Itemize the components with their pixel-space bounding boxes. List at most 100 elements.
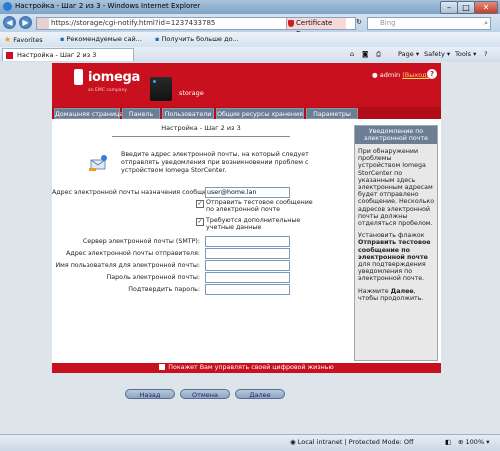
password-field[interactable] [205, 272, 290, 283]
zoom-control[interactable]: ⊕ 100% ▾ [458, 438, 489, 446]
iomega-logo-icon [74, 69, 83, 85]
admin-status: ● admin (Выход) [372, 71, 429, 79]
window-title: Настройка - Шаг 2 из 3 - Windows Interne… [15, 2, 201, 10]
maximize-button[interactable]: □ [457, 1, 475, 14]
help-pane-title: Уведомление по электронной почте [355, 126, 437, 144]
forward-arrow-icon[interactable]: ▶ [19, 16, 32, 29]
url-text: https://storage/cgi-notify.html?id=12374… [51, 19, 216, 27]
smtp-label: Сервер электронной почты (SMTP): [82, 238, 200, 245]
favorites-item-1[interactable]: ▪ Рекомендуемые сай... [60, 35, 142, 43]
storage-device-icon [150, 77, 172, 101]
help-menu-icon[interactable]: ? [484, 50, 487, 58]
footer-logo-icon [159, 364, 166, 370]
credentials-label: Требуются дополнительные учетные данные [206, 217, 301, 231]
smtp-field[interactable] [205, 236, 290, 247]
test-email-label: Отправить тестовое сообщение по электрон… [206, 199, 313, 213]
search-input[interactable]: Bing ⌕ [367, 17, 491, 30]
help-p3-pre: Нажмите [358, 287, 391, 295]
help-paragraph-3: Нажмите Далее, чтобы продолжить. [358, 288, 435, 302]
logout-link[interactable]: (Выход) [402, 71, 429, 79]
address-bar: ◀ ▶ https://storage/cgi-notify.html?id=1… [0, 14, 500, 38]
credentials-checkbox[interactable]: ✓ [196, 218, 204, 226]
step-title: Настройка - Шаг 2 из 3 [161, 124, 241, 132]
safety-menu-label: Safety [424, 50, 445, 58]
back-button[interactable]: Назад [125, 389, 175, 399]
print-icon[interactable]: ⎙ [376, 50, 381, 59]
status-bar: ◉ Local intranet | Protected Mode: Off ◧… [0, 434, 500, 451]
star-icon: ★ [4, 35, 12, 44]
favorites-bar: ★ Favorites ▪ Рекомендуемые сай... ▪ Пол… [0, 32, 500, 48]
favorites-item-2-label: Получить больше до... [161, 35, 239, 43]
home-icon[interactable]: ⌂ [350, 50, 354, 58]
back-arrow-icon[interactable]: ◀ [3, 16, 16, 29]
favorites-item-2[interactable]: ▪ Получить больше до... [155, 35, 239, 43]
next-button[interactable]: Далее [235, 389, 285, 399]
favorites-label: Favorites [13, 36, 43, 44]
url-field[interactable]: https://storage/cgi-notify.html?id=12374… [36, 17, 356, 38]
help-paragraph-2: Установить флажок Отправить тестовое соо… [358, 232, 435, 282]
tab-home[interactable]: Домашняя страница [54, 108, 123, 119]
help-p2-bold: Отправить тестовое сообщение по электрон… [358, 239, 431, 261]
page-menu[interactable]: Page ▾ [398, 50, 419, 58]
cancel-button[interactable]: Отмена [180, 389, 230, 399]
tab-users[interactable]: Пользователи [162, 108, 214, 119]
page-viewport: iomega an EMC company storage ● admin (В… [0, 62, 500, 434]
certificate-error-button[interactable]: Certificate Error [286, 18, 346, 38]
username-field[interactable] [205, 260, 290, 271]
tab-dashboard[interactable]: Панель [122, 108, 160, 119]
zoom-level: 100% [465, 438, 485, 446]
brand-name: iomega [88, 70, 141, 85]
device-name: storage [179, 89, 204, 97]
admin-user: admin [379, 71, 401, 79]
favorites-button[interactable]: ★ Favorites [4, 35, 43, 44]
password-label: Пароль электронной почты: [106, 274, 201, 281]
favorite-page-icon: ▪ [155, 35, 160, 43]
confirm-password-field[interactable] [205, 284, 290, 295]
search-placeholder: Bing [380, 19, 396, 27]
app-footer: Покажет Вам управлять своей цифровой жиз… [52, 363, 441, 373]
help-p2-post: для подтверждения уведомления по электро… [358, 261, 426, 283]
shield-icon [288, 20, 294, 27]
safety-menu[interactable]: Safety ▾ [424, 50, 450, 58]
tab-settings[interactable]: Параметры [306, 108, 358, 119]
ie-icon [3, 2, 12, 11]
confirm-password-label: Подтвердить пароль: [128, 286, 200, 293]
close-button[interactable]: ✕ [474, 1, 498, 14]
browser-tab[interactable]: Настройка - Шаг 2 из 3 [2, 48, 134, 61]
help-icon[interactable]: ? [427, 69, 437, 79]
minimize-button[interactable]: – [440, 1, 458, 14]
main-nav: Домашняя страница Панель Пользователи Об… [52, 107, 441, 119]
window-title-bar: Настройка - Шаг 2 из 3 - Windows Interne… [0, 0, 500, 14]
search-icon[interactable]: ⌕ [484, 19, 488, 28]
help-p3-bold: Далее [390, 287, 414, 295]
refresh-icon[interactable]: ↻ [356, 18, 362, 26]
help-pane-body: При обнаружении проблемы устройством Iom… [358, 148, 435, 302]
storcenter-app: iomega an EMC company storage ● admin (В… [52, 63, 441, 399]
favorite-page-icon: ▪ [60, 35, 65, 43]
sender-label: Адрес электронной почты отправителя: [66, 250, 200, 257]
lock-icon [37, 18, 49, 29]
page-menu-label: Page [398, 50, 414, 58]
user-icon: ● [372, 71, 378, 79]
tools-menu[interactable]: Tools ▾ [455, 50, 476, 58]
intro-text: Введите адрес электронной почты, на кото… [121, 151, 309, 174]
username-label: Имя пользователя для электронной почты: [55, 262, 200, 269]
help-p2-pre: Установить флажок [358, 232, 425, 240]
test-email-checkbox[interactable]: ✓ [196, 200, 204, 208]
brand-subtitle: an EMC company [88, 88, 128, 93]
iomega-favicon [6, 52, 13, 59]
sender-field[interactable] [205, 248, 290, 259]
wizard-form: Настройка - Шаг 2 из 3 Введите адрес эле… [52, 119, 350, 399]
zone-status: ◉ Local intranet | Protected Mode: Off [290, 438, 414, 446]
help-paragraph-1: При обнаружении проблемы устройством Iom… [358, 148, 435, 228]
protected-mode-icon[interactable]: ◧ [445, 438, 451, 446]
feeds-icon[interactable]: ◙ [362, 50, 368, 58]
tab-shares[interactable]: Общие ресурсы хранения [216, 108, 304, 119]
tools-menu-label: Tools [455, 50, 472, 58]
email-field[interactable] [205, 187, 290, 198]
zoom-icon: ⊕ [458, 438, 464, 446]
step-divider [112, 136, 290, 137]
email-label: Адрес электронной почты назначения сообщ… [52, 189, 222, 196]
footer-text: Покажет Вам управлять своей цифровой жиз… [168, 364, 334, 371]
favorites-item-1-label: Рекомендуемые сай... [66, 35, 142, 43]
